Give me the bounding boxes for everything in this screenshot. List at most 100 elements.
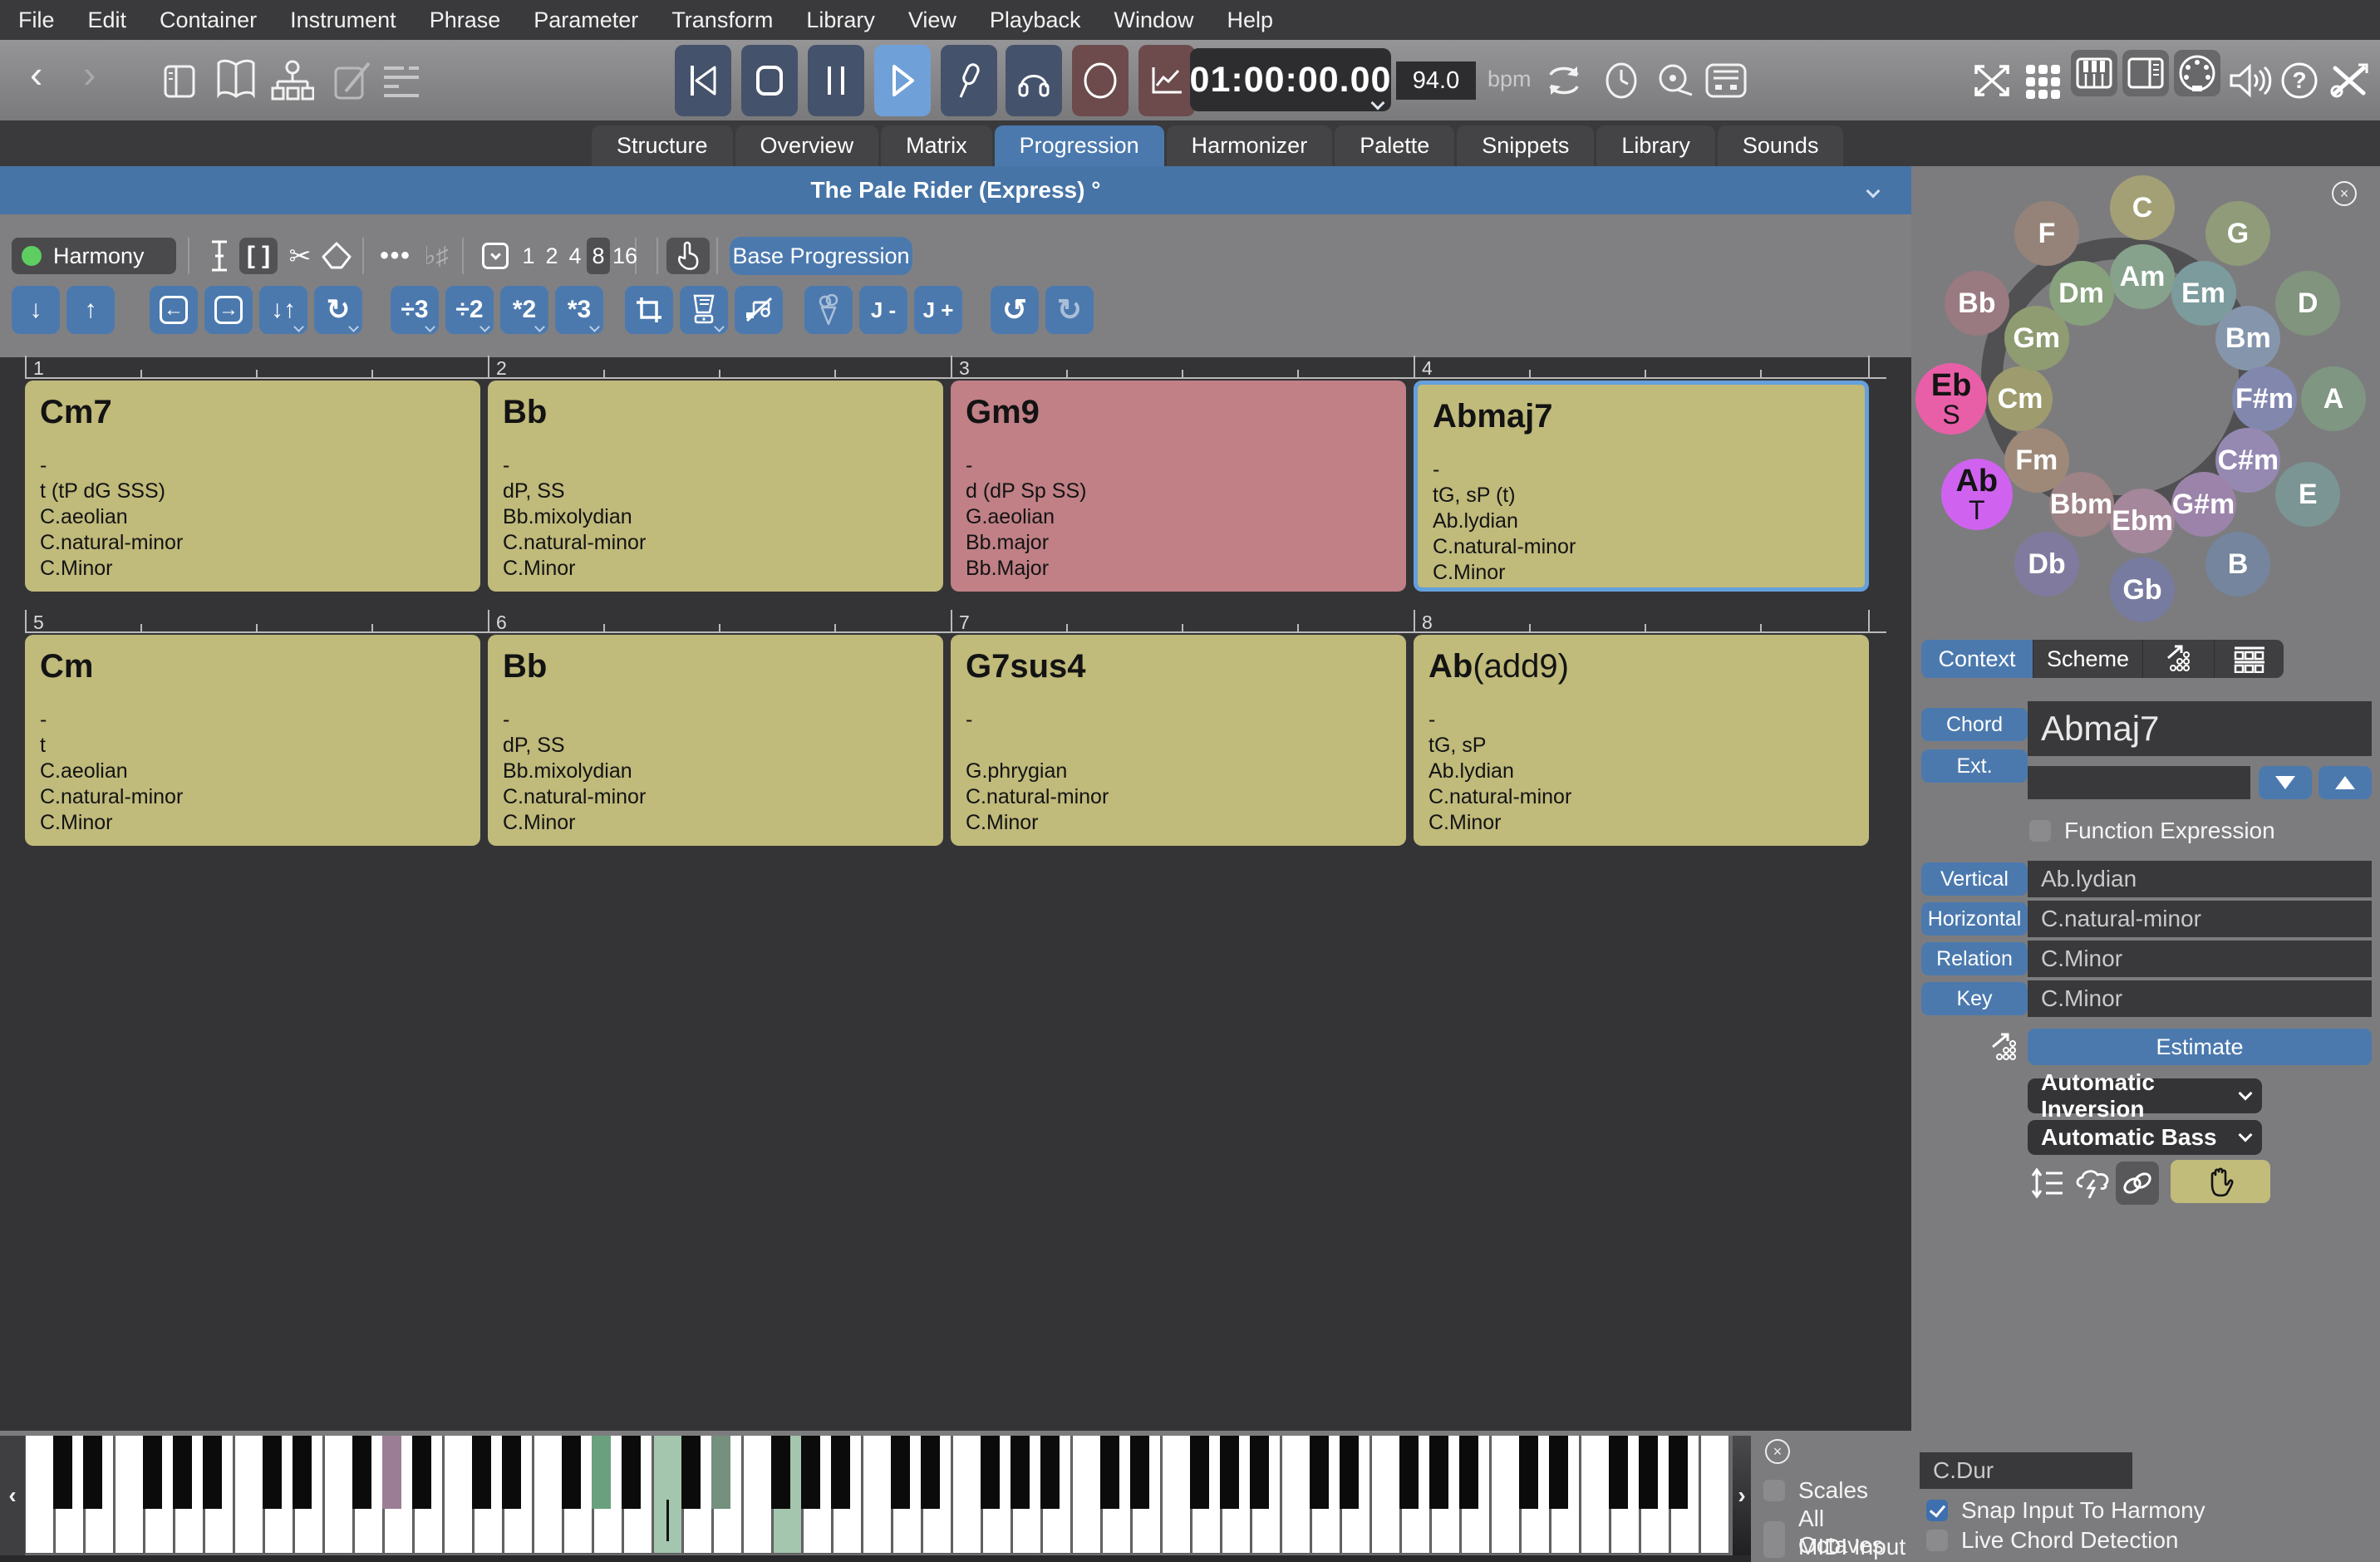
black-key[interactable] (981, 1436, 1000, 1509)
mute-notes-button[interactable] (735, 286, 783, 334)
tab-palette[interactable]: Palette (1335, 125, 1454, 166)
circle-major-ab[interactable]: AbT (1941, 459, 2013, 530)
nav-forward-icon[interactable]: › (83, 52, 96, 96)
grid-view-icon[interactable] (2024, 63, 2061, 100)
redo-button[interactable]: ↻ (1045, 286, 1094, 334)
circle-minor-cm[interactable]: Cm (1988, 366, 2053, 431)
grid-res-1[interactable]: 1 (517, 238, 540, 274)
relation-value-field[interactable]: C.Minor (2028, 941, 2372, 977)
circle-major-gb[interactable]: Gb (2110, 558, 2175, 622)
blender-button[interactable] (680, 286, 728, 334)
fullscreen-icon[interactable] (1971, 61, 2013, 100)
black-key[interactable] (1639, 1436, 1658, 1509)
detected-key-field[interactable]: C.Dur (1920, 1452, 2132, 1489)
circle-major-a[interactable]: A (2301, 366, 2366, 431)
black-key[interactable] (472, 1436, 491, 1509)
midi-button[interactable] (2174, 50, 2220, 96)
undo-button[interactable]: ↺ (991, 286, 1039, 334)
circle-minor-ebm[interactable]: Ebm (2110, 489, 2175, 553)
circle-minor-am[interactable]: Am (2110, 244, 2175, 309)
tools-icon[interactable] (2328, 61, 2370, 100)
eraser-tool-icon[interactable] (319, 238, 354, 274)
vertical-value-field[interactable]: Ab.lydian (2028, 861, 2372, 897)
black-key[interactable] (502, 1436, 521, 1509)
black-key[interactable] (1100, 1436, 1119, 1509)
white-key[interactable] (324, 1436, 353, 1554)
black-key[interactable] (382, 1436, 401, 1509)
clock-icon[interactable] (1602, 61, 1640, 100)
black-key[interactable] (592, 1436, 611, 1509)
white-key[interactable] (1072, 1436, 1101, 1554)
ext-value-field[interactable] (2028, 766, 2250, 799)
jump-plus-button[interactable]: J + (914, 286, 962, 334)
tab-estimate-icon[interactable] (2142, 640, 2214, 678)
keyboard-options-close-icon[interactable]: × (1765, 1439, 1790, 1464)
freeze-button[interactable] (804, 286, 853, 334)
automation-chart-button[interactable] (1138, 45, 1195, 116)
tab-structure[interactable]: Structure (592, 125, 733, 166)
black-key[interactable] (1459, 1436, 1478, 1509)
circle-minor-bm[interactable]: Bm (2215, 306, 2280, 371)
circle-minor-fm[interactable]: Fm (2004, 428, 2069, 493)
stretch-button-1[interactable]: ÷3 (391, 286, 439, 334)
play-button[interactable] (874, 45, 931, 116)
stretch-button-4[interactable]: *3 (555, 286, 603, 334)
touch-play-icon[interactable] (666, 238, 710, 274)
scissors-tool-icon[interactable]: ✂ (283, 238, 317, 274)
black-key[interactable] (1519, 1436, 1538, 1509)
book-icon[interactable] (214, 58, 258, 103)
vertical-label-button[interactable]: Vertical (1921, 862, 2028, 896)
stop-button[interactable] (741, 45, 798, 116)
menu-help[interactable]: Help (1227, 7, 1274, 33)
show-keyboard-button[interactable] (2071, 50, 2117, 96)
black-key[interactable] (143, 1436, 162, 1509)
chord-cell-g7sus4[interactable]: G7sus4-G.phrygianC.natural-minorC.Minor (951, 635, 1406, 846)
circle-minor-f#m[interactable]: F#m (2232, 366, 2297, 431)
stretch-button-2[interactable]: ÷2 (445, 286, 494, 334)
chord-cell-cm7[interactable]: Cm7-t (tP dG SSS)C.aeolianC.natural-mino… (25, 381, 480, 592)
menu-window[interactable]: Window (1114, 7, 1193, 33)
tab-progression[interactable]: Progression (995, 125, 1164, 166)
white-key[interactable] (534, 1436, 563, 1554)
transpose-up-button[interactable] (2319, 766, 2372, 799)
black-key[interactable] (831, 1436, 850, 1509)
chord-cell-bb[interactable]: Bb-dP, SSBb.mixolydianC.natural-minorC.M… (488, 635, 943, 846)
white-key[interactable] (743, 1436, 772, 1554)
black-key[interactable] (263, 1436, 282, 1509)
scales-checkbox[interactable] (1763, 1480, 1785, 1501)
white-key[interactable] (234, 1436, 263, 1554)
circle-major-g[interactable]: G (2205, 201, 2270, 266)
black-key[interactable] (622, 1436, 641, 1509)
grid-res-8[interactable]: 8 (587, 238, 610, 274)
estimate-button[interactable]: Estimate (2028, 1029, 2372, 1065)
black-key[interactable] (1429, 1436, 1448, 1509)
time-display[interactable]: 01:00:00.00 (1190, 48, 1391, 111)
panel-close-icon[interactable]: × (2332, 181, 2357, 206)
loop-icon[interactable] (1542, 60, 1586, 101)
key-value-field[interactable]: C.Minor (2028, 980, 2372, 1017)
black-key[interactable] (1609, 1436, 1628, 1509)
circle-major-bb[interactable]: Bb (1945, 271, 2009, 336)
menu-library[interactable]: Library (806, 7, 875, 33)
metronome-icon[interactable] (1655, 61, 1695, 100)
text-cursor-tool-icon[interactable] (204, 238, 234, 274)
title-collapse-icon[interactable] (1866, 184, 1881, 199)
chord-value-field[interactable]: Abmaj7 (2028, 701, 2372, 756)
circle-major-b[interactable]: B (2205, 532, 2270, 597)
white-key[interactable] (653, 1436, 682, 1554)
black-key[interactable] (1669, 1436, 1688, 1509)
black-key[interactable] (1549, 1436, 1568, 1509)
black-key[interactable] (891, 1436, 910, 1509)
keyboard-scroll-left[interactable]: ‹ (0, 1436, 25, 1555)
black-key[interactable] (1130, 1436, 1149, 1509)
shift-down-button[interactable]: ↓ (12, 286, 60, 334)
show-inspector-button[interactable] (2122, 50, 2169, 96)
black-key[interactable] (771, 1436, 790, 1509)
menu-edit[interactable]: Edit (88, 7, 127, 33)
black-key[interactable] (1340, 1436, 1359, 1509)
record-input-mic-button[interactable] (941, 45, 997, 116)
monitor-headphones-button[interactable] (1006, 45, 1062, 116)
nudge-left-button[interactable]: ← (150, 286, 198, 334)
black-key[interactable] (921, 1436, 940, 1509)
jump-minus-button[interactable]: J - (859, 286, 907, 334)
